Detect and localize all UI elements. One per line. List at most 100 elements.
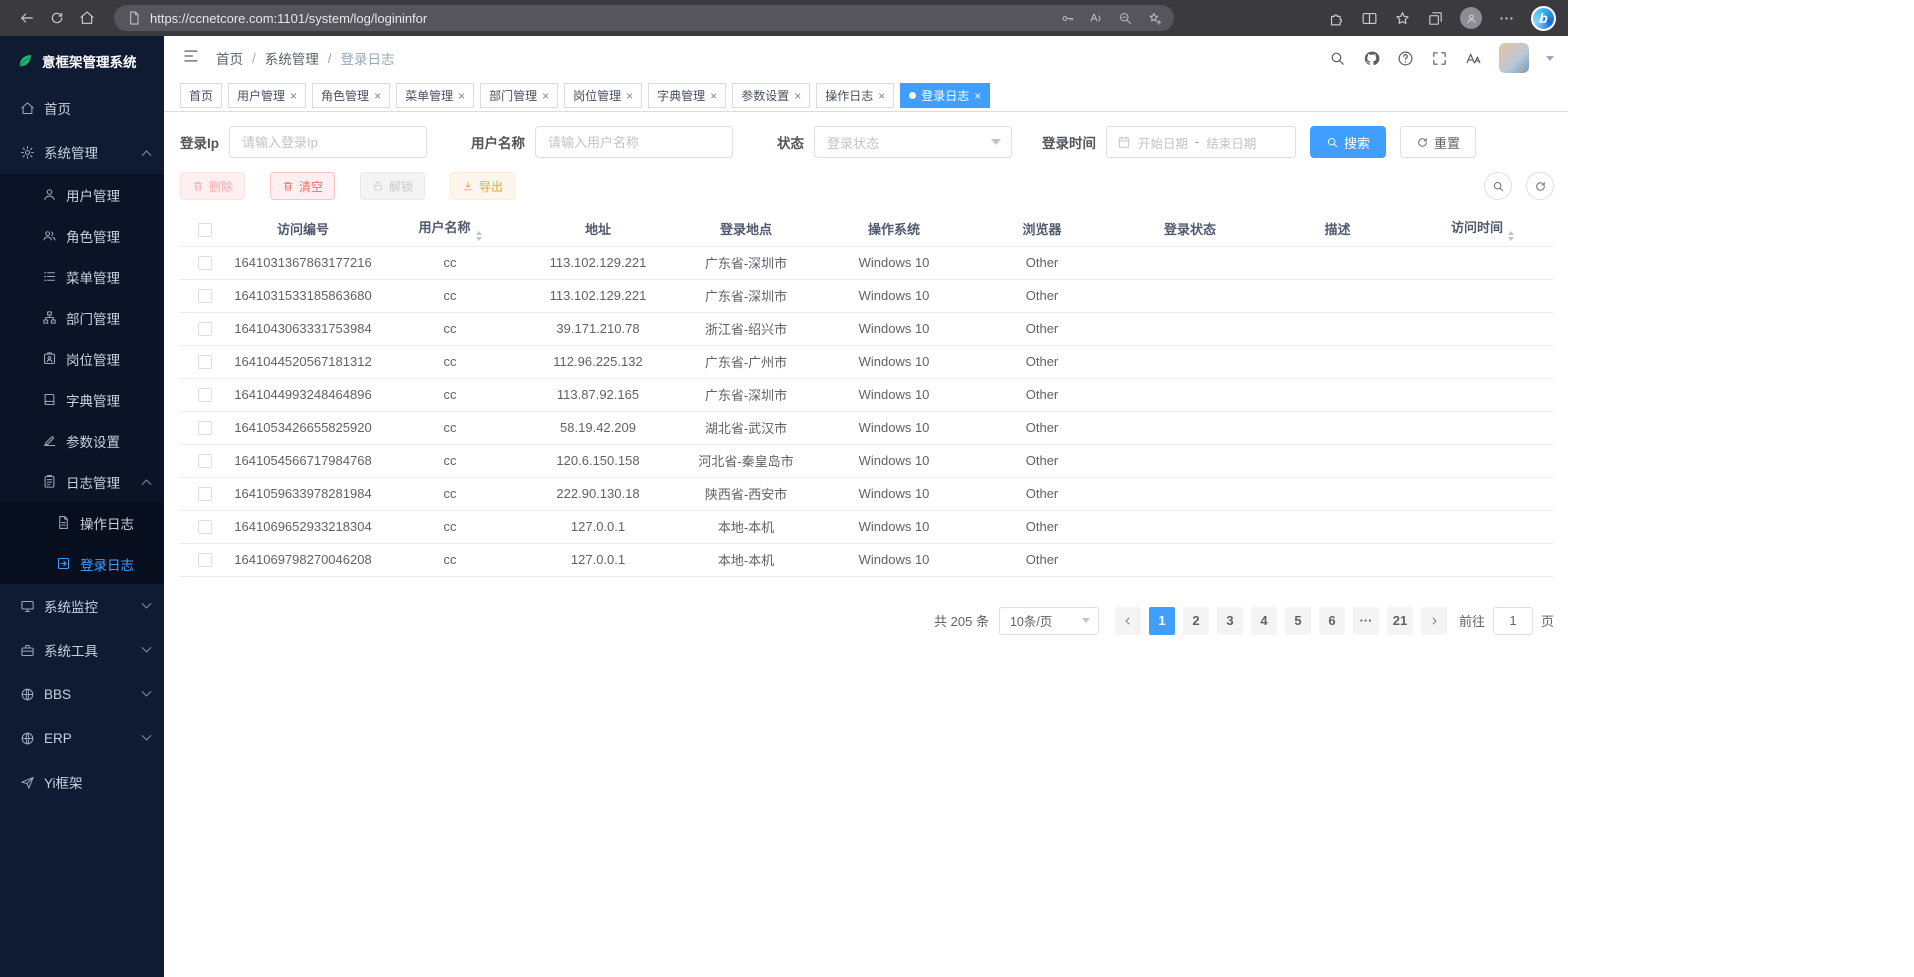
tab-home[interactable]: 首页 [180,83,222,108]
close-icon[interactable]: × [710,89,717,103]
row-checkbox[interactable] [198,421,212,435]
row-checkbox[interactable] [198,355,212,369]
favorites-icon[interactable] [1394,10,1411,27]
sidebar-item-role-mgmt[interactable]: 角色管理 [0,215,164,256]
extensions-icon[interactable] [1328,10,1345,27]
row-checkbox[interactable] [198,454,212,468]
unlock-button[interactable]: 解锁 [360,172,425,200]
split-screen-icon[interactable] [1361,10,1378,27]
sort-icon[interactable] [476,231,482,241]
chevron-down-icon[interactable] [1546,56,1554,65]
close-icon[interactable]: × [374,89,381,103]
sidebar-item-bbs[interactable]: BBS [0,672,164,716]
sidebar-item-login-log[interactable]: 登录日志 [0,543,164,584]
page-button[interactable]: 3 [1217,607,1243,635]
row-checkbox[interactable] [198,388,212,402]
search-button[interactable]: 搜索 [1310,126,1386,158]
close-icon[interactable]: × [542,89,549,103]
status-select[interactable]: 登录状态 [814,126,1012,158]
table-row[interactable]: 1641031367863177216 cc 113.102.129.221 广… [180,246,1554,279]
col-visit-time[interactable]: 访问时间 [1411,212,1554,246]
close-icon[interactable]: × [290,89,297,103]
refresh-table-button[interactable] [1526,172,1554,200]
toggle-search-button[interactable] [1484,172,1512,200]
fullscreen-icon[interactable] [1431,50,1448,67]
sidebar-item-menu-mgmt[interactable]: 菜单管理 [0,256,164,297]
breadcrumb-system[interactable]: 系统管理 [265,48,319,68]
user-avatar[interactable] [1499,43,1529,73]
address-bar[interactable]: https://ccnetcore.com:1101/system/log/lo… [114,5,1174,31]
more-menu-icon[interactable] [1498,10,1515,27]
sidebar-item-op-log[interactable]: 操作日志 [0,502,164,543]
page-button[interactable]: 1 [1149,607,1175,635]
delete-button[interactable]: 删除 [180,172,245,200]
zoom-out-icon[interactable] [1118,11,1133,26]
table-row[interactable]: 1641054566717984768 cc 120.6.150.158 河北省… [180,444,1554,477]
reset-button[interactable]: 重置 [1400,126,1476,158]
row-checkbox[interactable] [198,256,212,270]
login-ip-input[interactable] [229,126,427,158]
table-row[interactable]: 1641053426655825920 cc 58.19.42.209 湖北省-… [180,411,1554,444]
sidebar-item-post-mgmt[interactable]: 岗位管理 [0,338,164,379]
prev-page-button[interactable] [1115,607,1141,635]
page-button[interactable]: 5 [1285,607,1311,635]
row-checkbox[interactable] [198,487,212,501]
close-icon[interactable]: × [626,89,633,103]
table-row[interactable]: 1641059633978281984 cc 222.90.130.18 陕西省… [180,477,1554,510]
sidebar-item-dict-mgmt[interactable]: 字典管理 [0,379,164,420]
sidebar-item-user-mgmt[interactable]: 用户管理 [0,174,164,215]
close-icon[interactable]: × [794,89,801,103]
sidebar-item-system-mgmt[interactable]: 系统管理 [0,130,164,174]
sort-icon[interactable] [1508,231,1514,241]
page-size-select[interactable]: 10条/页 [999,607,1099,635]
tab-login-log[interactable]: 登录日志× [900,83,990,108]
page-button[interactable]: 21 [1387,607,1413,635]
row-checkbox[interactable] [198,520,212,534]
home-button[interactable] [72,4,102,32]
read-aloud-icon[interactable] [1089,11,1104,26]
sidebar-item-erp[interactable]: ERP [0,716,164,760]
collapse-sidebar-icon[interactable] [182,47,200,70]
date-range-picker[interactable]: 开始日期 - 结束日期 [1106,126,1296,158]
table-row[interactable]: 1641044993248464896 cc 113.87.92.165 广东省… [180,378,1554,411]
tab-menu-mgmt[interactable]: 菜单管理× [396,83,474,108]
export-button[interactable]: 导出 [450,172,515,200]
row-checkbox[interactable] [198,553,212,567]
clear-button[interactable]: 清空 [270,172,335,200]
table-row[interactable]: 1641043063331753984 cc 39.171.210.78 浙江省… [180,312,1554,345]
tab-op-log[interactable]: 操作日志× [816,83,894,108]
back-button[interactable] [12,4,42,32]
github-icon[interactable] [1363,50,1380,67]
sidebar-item-home[interactable]: 首页 [0,86,164,130]
font-size-icon[interactable] [1465,50,1482,67]
url-text[interactable]: https://ccnetcore.com:1101/system/log/lo… [150,11,427,26]
sidebar-item-sys-monitor[interactable]: 系统监控 [0,584,164,628]
table-row[interactable]: 1641044520567181312 cc 112.96.225.132 广东… [180,345,1554,378]
copilot-bing-icon[interactable]: b [1531,6,1556,31]
table-row[interactable]: 1641031533185863680 cc 113.102.129.221 广… [180,279,1554,312]
browser-profile-icon[interactable] [1460,7,1482,29]
add-favorite-icon[interactable] [1147,11,1162,26]
refresh-button[interactable] [42,4,72,32]
tab-role-mgmt[interactable]: 角色管理× [312,83,390,108]
more-pages-button[interactable]: ··· [1353,607,1379,635]
page-button[interactable]: 6 [1319,607,1345,635]
password-key-icon[interactable] [1060,11,1075,26]
select-all-checkbox[interactable] [198,223,212,237]
page-button[interactable]: 2 [1183,607,1209,635]
collections-icon[interactable] [1427,10,1444,27]
user-name-input[interactable] [535,126,733,158]
table-row[interactable]: 1641069798270046208 cc 127.0.0.1 本地-本机 W… [180,543,1554,576]
row-checkbox[interactable] [198,289,212,303]
tab-post-mgmt[interactable]: 岗位管理× [564,83,642,108]
row-checkbox[interactable] [198,322,212,336]
table-row[interactable]: 1641069652933218304 cc 127.0.0.1 本地-本机 W… [180,510,1554,543]
help-icon[interactable] [1397,50,1414,67]
jump-page-input[interactable] [1493,607,1533,635]
page-button[interactable]: 4 [1251,607,1277,635]
sidebar-item-log-mgmt[interactable]: 日志管理 [0,461,164,502]
search-icon[interactable] [1329,50,1346,67]
close-icon[interactable]: × [974,89,981,103]
tab-dept-mgmt[interactable]: 部门管理× [480,83,558,108]
sidebar-item-param-settings[interactable]: 参数设置 [0,420,164,461]
